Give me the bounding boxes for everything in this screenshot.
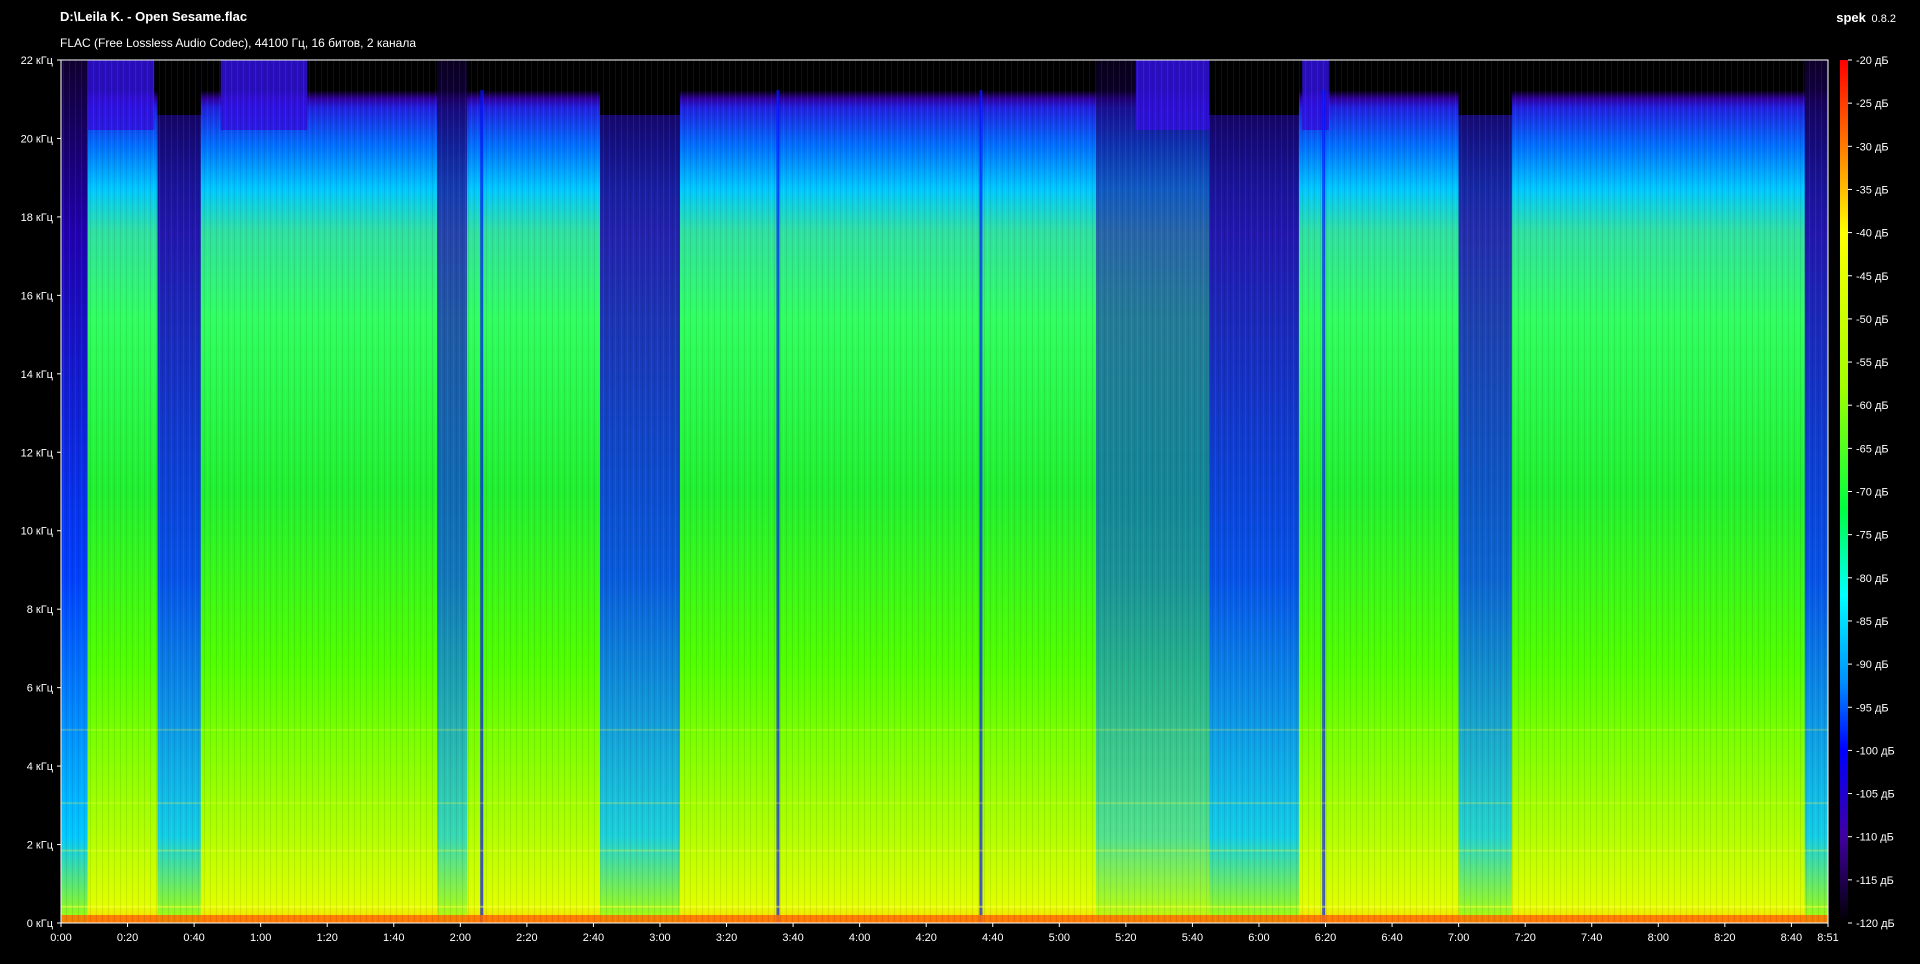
time-label: 5:20 xyxy=(1115,932,1136,944)
db-label: -50 дБ xyxy=(1856,314,1889,326)
db-label: -80 дБ xyxy=(1856,573,1889,585)
time-label: 6:40 xyxy=(1381,932,1402,944)
db-label: -110 дБ xyxy=(1856,832,1894,844)
spek-window: 22 кГц 20 кГц 18 кГц 16 кГц 14 кГц 12 кГц 10 к… xyxy=(0,0,1920,964)
db-label: -30 дБ xyxy=(1856,141,1889,153)
time-label: 6:20 xyxy=(1315,932,1336,944)
db-label: -115 дБ xyxy=(1856,875,1894,887)
time-label: 7:00 xyxy=(1448,932,1469,944)
db-color-bar xyxy=(1840,60,1848,923)
time-label: 3:20 xyxy=(716,932,737,944)
app-version: 0.8.2 xyxy=(1871,13,1896,25)
db-label: -25 дБ xyxy=(1856,98,1889,110)
db-label: -120 дБ xyxy=(1856,918,1895,930)
db-label: -70 дБ xyxy=(1856,487,1889,499)
time-label: 2:20 xyxy=(516,932,537,944)
frequency-label: 8 кГц xyxy=(27,604,54,616)
frequency-label: 14 кГц xyxy=(21,369,54,381)
db-label: -35 дБ xyxy=(1856,184,1889,196)
time-label: 4:00 xyxy=(849,932,870,944)
time-label: 3:40 xyxy=(782,932,803,944)
file-title: D:\Leila K. - Open Sesame.flac xyxy=(60,9,248,24)
time-label: 4:20 xyxy=(915,932,936,944)
time-label: 3:00 xyxy=(649,932,670,944)
frequency-label: 2 кГц xyxy=(27,840,54,852)
time-label: 0:00 xyxy=(50,932,71,944)
db-label: -90 дБ xyxy=(1856,659,1889,671)
time-label: 0:20 xyxy=(117,932,138,944)
db-label: -75 дБ xyxy=(1856,530,1889,542)
time-label: 7:40 xyxy=(1581,932,1602,944)
frequency-label: 18 кГц xyxy=(21,212,54,224)
time-label: 5:00 xyxy=(1049,932,1070,944)
db-label: -45 дБ xyxy=(1856,271,1889,283)
file-info: FLAC (Free Lossless Audio Codec), 44100 … xyxy=(60,36,416,50)
db-label: -100 дБ xyxy=(1856,745,1895,757)
noise-overlay xyxy=(61,60,1828,923)
time-label: 1:20 xyxy=(317,932,338,944)
db-label: -60 дБ xyxy=(1856,400,1889,412)
spectrogram-canvas: 22 кГц 20 кГц 18 кГц 16 кГц 14 кГц 12 кГц 10 к… xyxy=(21,55,1895,944)
app-name: spek xyxy=(1836,10,1866,25)
time-label: 8:40 xyxy=(1781,932,1802,944)
time-label: 4:40 xyxy=(982,932,1003,944)
frequency-label: 12 кГц xyxy=(21,447,54,459)
frequency-label: 10 кГц xyxy=(21,526,54,538)
time-label: 6:00 xyxy=(1248,932,1269,944)
db-label: -105 дБ xyxy=(1856,789,1895,801)
time-label: 8:51 xyxy=(1817,932,1838,944)
db-label: -20 дБ xyxy=(1856,55,1889,67)
frequency-label: 0 кГц xyxy=(27,918,54,930)
frequency-label: 6 кГц xyxy=(27,683,54,695)
frequency-label: 4 кГц xyxy=(27,761,54,773)
time-label: 2:00 xyxy=(450,932,471,944)
time-label: 5:40 xyxy=(1182,932,1203,944)
time-label: 0:40 xyxy=(183,932,204,944)
db-legend: -20 дБ -25 дБ -30 дБ -35 дБ -40 дБ -45 дБ -50 … xyxy=(1840,55,1895,930)
time-label: 1:00 xyxy=(250,932,271,944)
db-label: -95 дБ xyxy=(1856,702,1889,714)
time-label: 1:40 xyxy=(383,932,404,944)
time-label: 2:40 xyxy=(583,932,604,944)
frequency-label: 20 кГц xyxy=(21,133,54,145)
time-label: 8:00 xyxy=(1648,932,1669,944)
frequency-label: 16 кГц xyxy=(21,290,54,302)
db-label: -40 дБ xyxy=(1856,228,1889,240)
db-label: -85 дБ xyxy=(1856,616,1889,628)
app-brand: spek 0.8.2 xyxy=(1836,10,1896,25)
time-label: 8:20 xyxy=(1714,932,1735,944)
db-label: -65 дБ xyxy=(1856,443,1889,455)
frequency-label: 22 кГц xyxy=(21,55,54,67)
spectrogram-plot xyxy=(61,60,1828,923)
db-label: -55 дБ xyxy=(1856,357,1889,369)
time-label: 7:20 xyxy=(1514,932,1535,944)
